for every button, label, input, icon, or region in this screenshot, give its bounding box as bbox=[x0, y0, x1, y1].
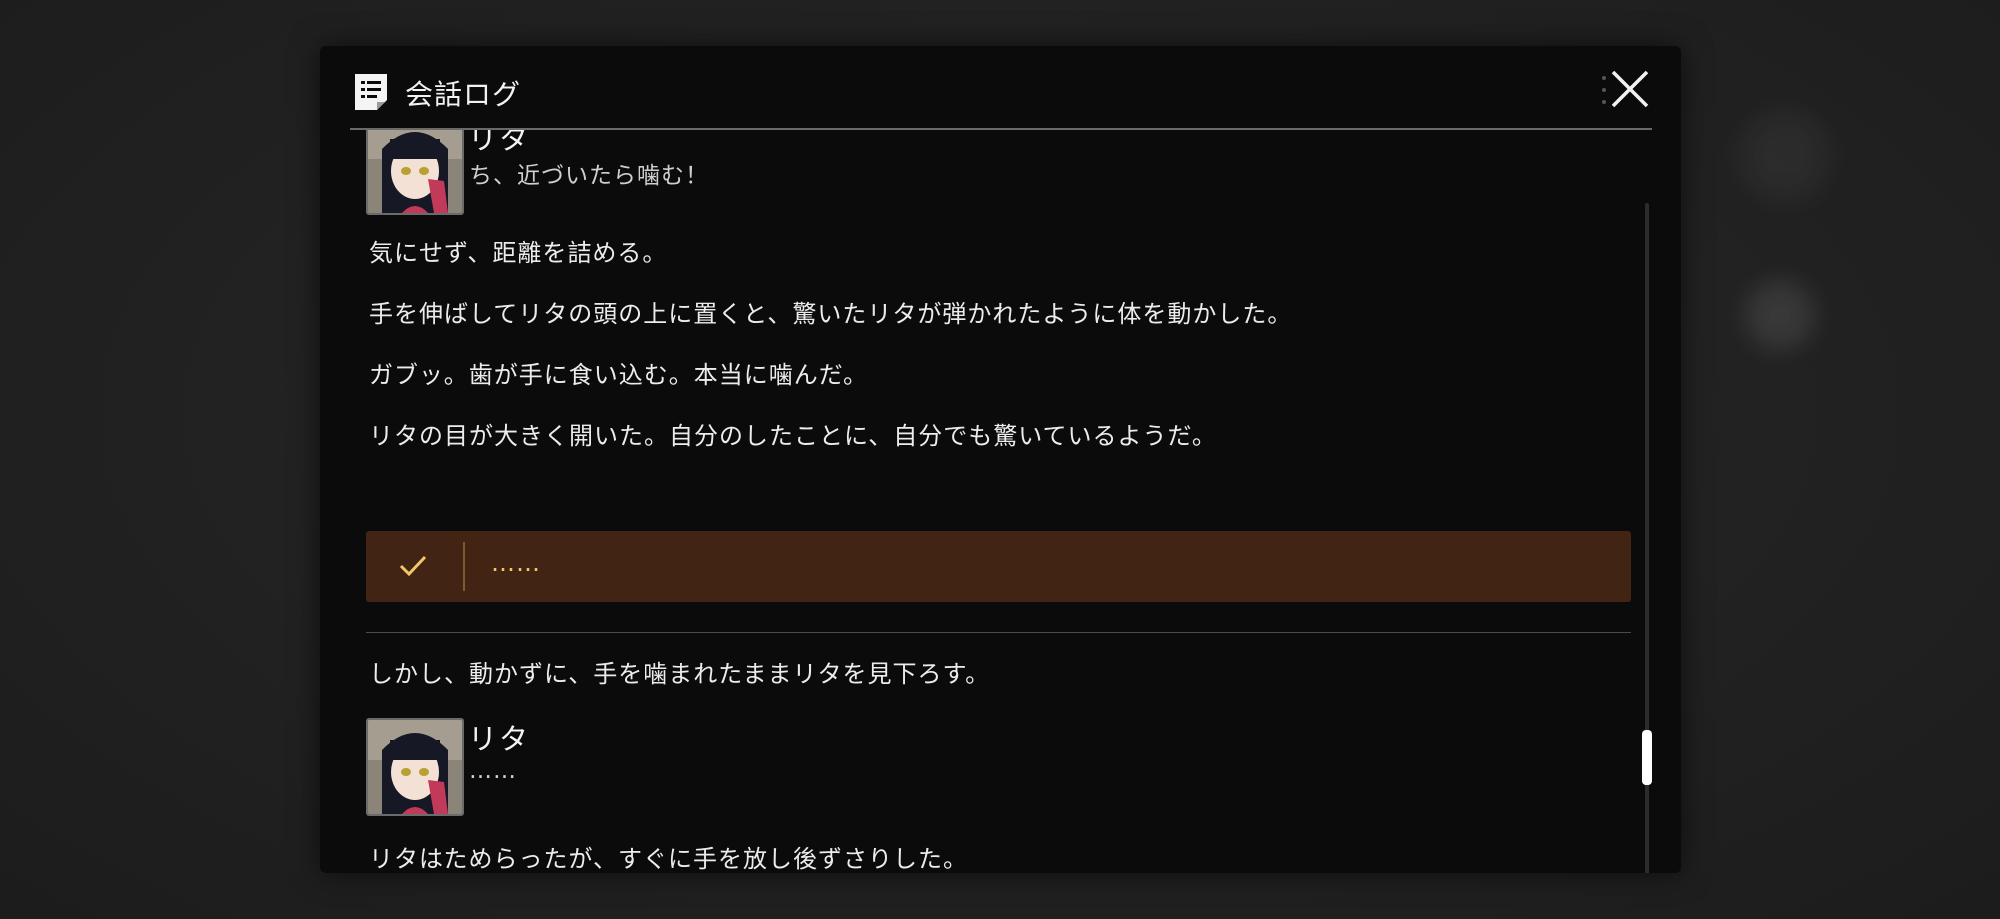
narration-text: ガブッ。歯が手に食い込む。本当に噛んだ。 bbox=[369, 361, 869, 389]
speaker-name: リタ bbox=[468, 722, 531, 756]
header-dots-decoration bbox=[1602, 76, 1606, 104]
choice-separator bbox=[463, 542, 465, 591]
choice-text: …… bbox=[491, 549, 541, 577]
narration-text: リタの目が大きく開いた。自分のしたことに、自分でも驚いているようだ。 bbox=[369, 422, 1217, 450]
close-icon[interactable] bbox=[1609, 68, 1651, 110]
log-icon bbox=[355, 74, 387, 110]
log-header: 会話ログ bbox=[320, 46, 1681, 128]
background-blur-light bbox=[1745, 280, 1815, 350]
avatar bbox=[366, 130, 464, 215]
checkmark-icon bbox=[399, 555, 427, 577]
selected-choice: …… bbox=[366, 531, 1631, 602]
narration-text: 手を伸ばしてリタの頭の上に置くと、驚いたリタが弾かれたように体を動かした。 bbox=[369, 300, 1293, 328]
speaker-name: リタ bbox=[468, 130, 531, 156]
dialogue-text: ち、近づいたら噛む！ bbox=[469, 163, 709, 189]
log-title: 会話ログ bbox=[405, 78, 522, 111]
section-divider bbox=[366, 632, 1631, 633]
avatar bbox=[366, 718, 464, 816]
narration-text: しかし、動かずに、手を噛まれたままリタを見下ろす。 bbox=[369, 660, 991, 688]
narration-text: 気にせず、距離を詰める。 bbox=[369, 239, 668, 267]
narration-text: リタはためらったが、すぐに手を放し後ずさりした。 bbox=[369, 845, 969, 873]
conversation-log-window: 会話ログ リタ ち、近づいたら噛む！ 気にせず、距離を詰める。 手を伸ばしてリタ… bbox=[320, 46, 1681, 873]
log-scroll-area[interactable]: リタ ち、近づいたら噛む！ 気にせず、距離を詰める。 手を伸ばしてリタの頭の上に… bbox=[320, 130, 1681, 873]
dialogue-text: …… bbox=[469, 758, 517, 784]
background-blur-light bbox=[1740, 110, 1830, 200]
scrollbar-thumb[interactable] bbox=[1642, 730, 1652, 785]
